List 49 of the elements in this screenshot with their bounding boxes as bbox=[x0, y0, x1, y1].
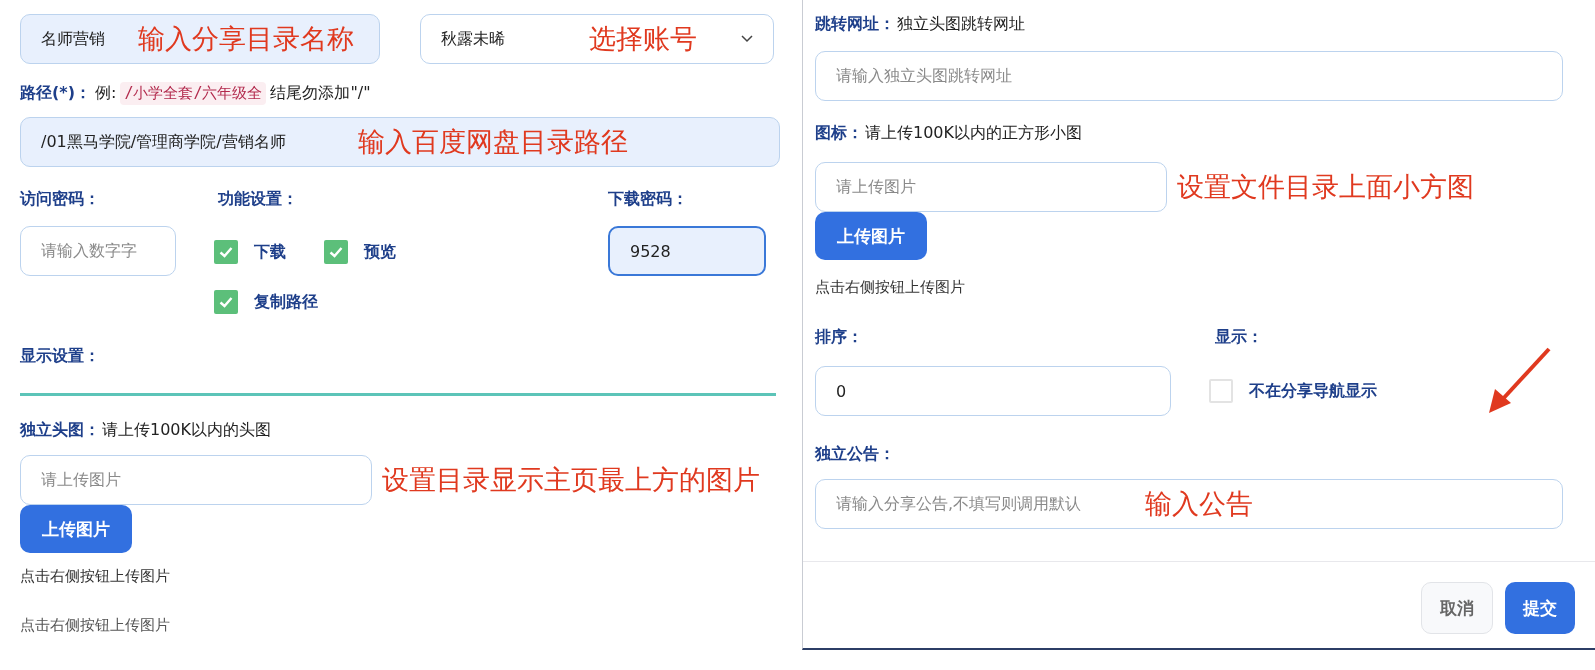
field-label: 跳转网址： bbox=[815, 14, 895, 35]
annotation-text: 选择账号 bbox=[589, 22, 697, 56]
upload-field[interactable]: 请上传图片 bbox=[815, 162, 1167, 212]
chevron-icon bbox=[741, 35, 753, 43]
checkbox[interactable] bbox=[324, 240, 348, 264]
field-label: 功能设置： bbox=[218, 189, 299, 210]
checkbox-label: 预览 bbox=[364, 241, 396, 263]
checkbox[interactable] bbox=[1209, 379, 1233, 403]
upload-field[interactable]: 请上传图片 bbox=[20, 455, 372, 505]
upload-button[interactable]: 上传图片 bbox=[20, 505, 132, 553]
checkbox-label: 复制路径 bbox=[254, 291, 318, 313]
field-label: 显示： bbox=[1215, 327, 1264, 348]
annotation-text: 输入公告 bbox=[1145, 487, 1253, 521]
path-hint: 结尾勿添加"/" bbox=[270, 83, 371, 104]
cancel-button[interactable]: 取消 bbox=[1421, 582, 1493, 634]
download-password-field[interactable]: 9528 bbox=[608, 226, 766, 276]
check-icon bbox=[329, 246, 343, 258]
url-field[interactable]: 请输入独立头图跳转网址 bbox=[815, 51, 1563, 101]
field-label: 独立头图： bbox=[20, 420, 100, 441]
checkbox[interactable] bbox=[214, 290, 238, 314]
annotation-text: 输入分享目录名称 bbox=[138, 22, 354, 56]
annotation-text: 设置文件目录上面小方图 bbox=[1177, 170, 1474, 204]
annotation-text: 输入百度网盘目录路径 bbox=[358, 125, 628, 159]
path-example: /小学全套/六年级全 bbox=[120, 82, 267, 105]
field-label: 图标： bbox=[815, 123, 863, 144]
sort-field[interactable]: 0 bbox=[815, 366, 1171, 416]
field-hint: 请上传100K以内的正方形小图 bbox=[865, 123, 1083, 144]
field-label: 排序： bbox=[815, 327, 864, 348]
checkbox[interactable] bbox=[214, 240, 238, 264]
annotation-text: 设置目录显示主页最上方的图片 bbox=[382, 463, 760, 497]
password-field[interactable]: 请输入数字字 bbox=[20, 226, 176, 276]
submit-button[interactable]: 提交 bbox=[1505, 582, 1575, 634]
field-label: 下载密码： bbox=[608, 189, 689, 210]
field-hint: 独立头图跳转网址 bbox=[897, 14, 1025, 35]
path-example-prefix: 例: bbox=[95, 83, 117, 104]
field-label: 独立公告： bbox=[815, 444, 896, 465]
field-hint: 请上传100K以内的头图 bbox=[102, 420, 272, 441]
check-icon bbox=[219, 246, 233, 258]
upload-button[interactable]: 上传图片 bbox=[815, 212, 927, 260]
upload-note: 点击右侧按钮上传图片 bbox=[20, 567, 171, 586]
checkbox-label: 下载 bbox=[254, 241, 286, 263]
field-label: 路径(*)： bbox=[20, 83, 91, 104]
upload-note: 点击右侧按钮上传图片 bbox=[20, 616, 171, 635]
upload-note: 点击右侧按钮上传图片 bbox=[815, 278, 966, 297]
field-label: 访问密码： bbox=[20, 189, 101, 210]
checkbox-label: 不在分享导航显示 bbox=[1249, 380, 1377, 402]
check-icon bbox=[219, 296, 233, 308]
section-title: 显示设置： bbox=[20, 346, 101, 367]
account-select[interactable]: 秋露未晞 选择账号 bbox=[420, 14, 774, 64]
